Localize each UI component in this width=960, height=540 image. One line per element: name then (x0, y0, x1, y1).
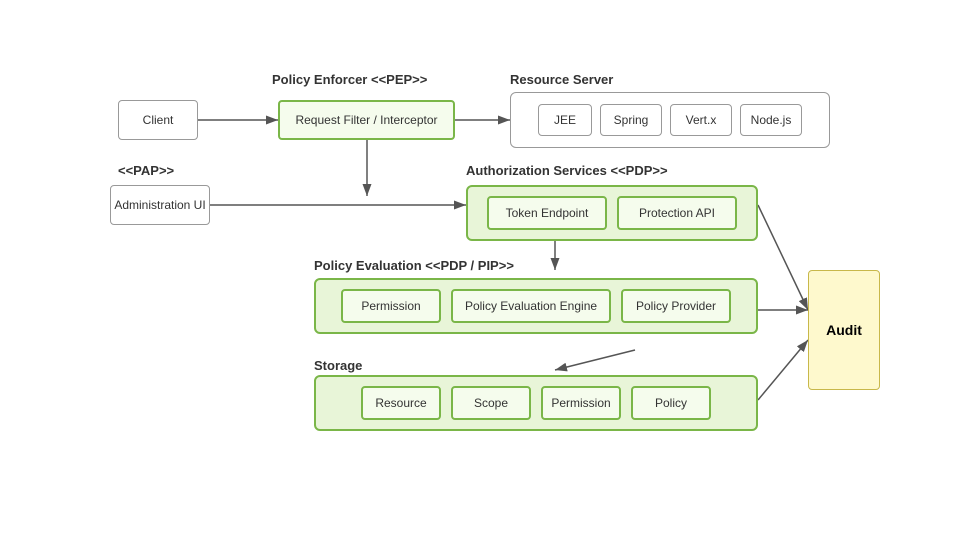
spring-box: Spring (600, 104, 662, 136)
auth-services-label: Authorization Services <<PDP>> (466, 163, 668, 178)
auth-services-container: Token Endpoint Protection API (466, 185, 758, 241)
storage-label: Storage (314, 358, 362, 373)
client-box: Client (118, 100, 198, 140)
token-endpoint-box: Token Endpoint (487, 196, 607, 230)
pap-label: <<PAP>> (118, 163, 174, 178)
policy-eval-label: Policy Evaluation <<PDP / PIP>> (314, 258, 514, 273)
protection-api-box: Protection API (617, 196, 737, 230)
policy-eval-container: Permission Policy Evaluation Engine Poli… (314, 278, 758, 334)
audit-box: Audit (808, 270, 880, 390)
policy-box: Policy (631, 386, 711, 420)
architecture-diagram: Client Policy Enforcer <<PEP>> Request F… (0, 0, 960, 540)
permission-box: Permission (341, 289, 441, 323)
storage-container: Resource Scope Permission Policy (314, 375, 758, 431)
scope-box: Scope (451, 386, 531, 420)
request-filter-box: Request Filter / Interceptor (278, 100, 455, 140)
nodejs-box: Node.js (740, 104, 802, 136)
resource-box: Resource (361, 386, 441, 420)
pep-label: Policy Enforcer <<PEP>> (272, 72, 427, 87)
permission2-box: Permission (541, 386, 621, 420)
resource-server-label: Resource Server (510, 72, 613, 87)
vertx-box: Vert.x (670, 104, 732, 136)
policy-provider-box: Policy Provider (621, 289, 731, 323)
admin-ui-box: Administration UI (110, 185, 210, 225)
jee-box: JEE (538, 104, 592, 136)
policy-eval-engine-box: Policy Evaluation Engine (451, 289, 611, 323)
resource-server-container: JEE Spring Vert.x Node.js (510, 92, 830, 148)
